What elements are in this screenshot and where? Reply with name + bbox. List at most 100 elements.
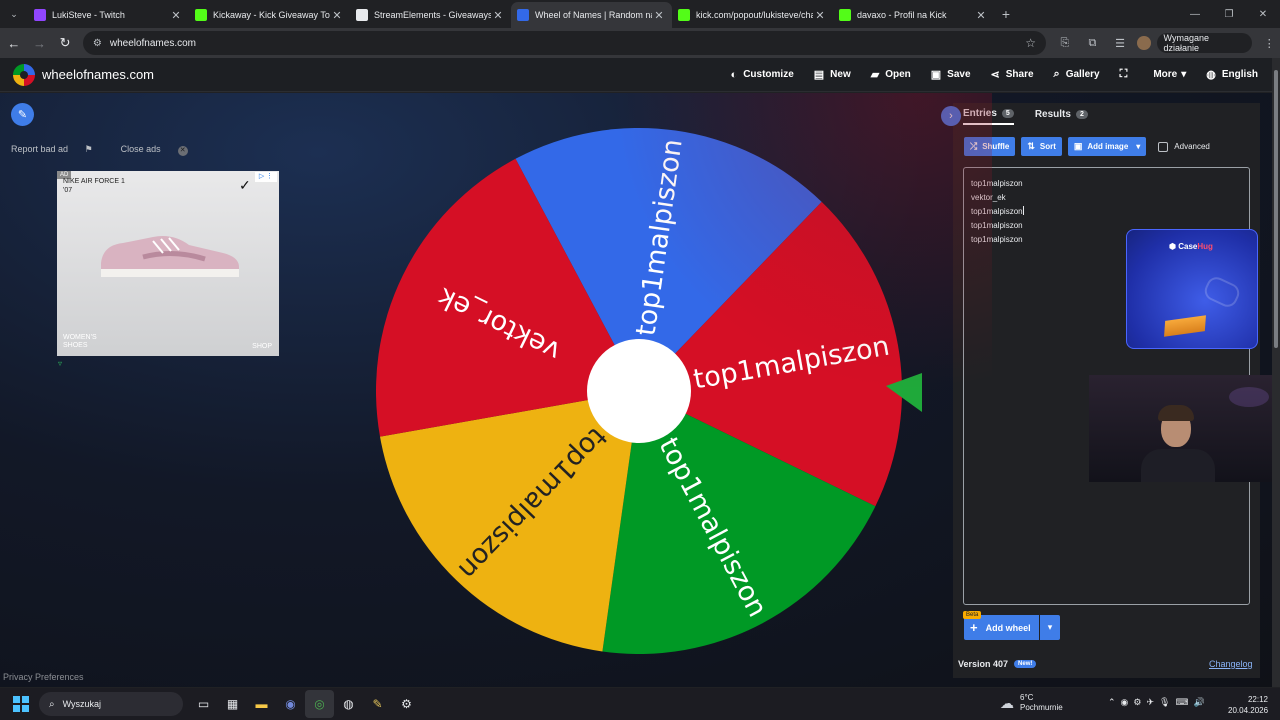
taskbar-clock[interactable]: 22:12 20.04.2026 xyxy=(1228,694,1268,716)
browser-tab[interactable]: StreamElements - Giveaways ✕ xyxy=(350,2,511,28)
menu-label: Gallery xyxy=(1065,69,1100,80)
folder-icon: ▰ xyxy=(870,69,880,81)
install-icon[interactable]: ⎘ xyxy=(1054,37,1076,50)
wheel-center-button[interactable] xyxy=(587,339,691,443)
browser-tab[interactable]: Kickaway - Kick Giveaway Tool ✕ xyxy=(189,2,350,28)
tab-entries[interactable]: Entries 5 xyxy=(963,103,1014,125)
name-wheel[interactable]: top1malpiszontop1malpiszontop1malpiszont… xyxy=(376,127,922,654)
collapse-panel-icon[interactable]: › xyxy=(941,106,961,126)
browser-tab[interactable]: kick.com/popout/lukisteve/chat ✕ xyxy=(672,2,833,28)
minimize-icon[interactable]: — xyxy=(1178,0,1212,28)
menu-item-fullscreen[interactable]: ⛶ xyxy=(1120,68,1134,81)
forward-icon[interactable]: → xyxy=(28,31,52,55)
entry-line[interactable]: vektor_ek xyxy=(971,191,1242,205)
ad-links: Report bad ad ⚑ Close ads ✕ xyxy=(11,144,216,156)
ad-title: NIKE AIR FORCE 1 '07 xyxy=(63,178,125,194)
entry-line[interactable]: top1malpiszon xyxy=(971,205,1242,219)
menu-item-customize[interactable]: ◐ Customize xyxy=(731,69,794,81)
tray-discord-icon[interactable]: ◉ xyxy=(1121,697,1129,708)
favicon-icon xyxy=(517,9,529,21)
taskbar-search[interactable]: ⌕ Wyszukaj xyxy=(39,692,183,716)
action-required-button[interactable]: Wymagane działanie xyxy=(1156,33,1253,53)
app-icon[interactable]: ▦ xyxy=(218,690,247,718)
sort-button[interactable]: ⇅ Sort xyxy=(1021,137,1062,156)
volume-icon[interactable]: 🔊 xyxy=(1193,697,1204,708)
discord-icon[interactable]: ◉ xyxy=(276,690,305,718)
ad-shop-link[interactable]: SHOP xyxy=(252,343,272,350)
steam-icon[interactable]: ⚙ xyxy=(392,690,421,718)
task-view-icon[interactable]: ▭ xyxy=(189,690,218,718)
obs-icon[interactable]: ◍ xyxy=(334,690,363,718)
back-icon[interactable]: ← xyxy=(2,31,26,55)
file-explorer-icon[interactable]: ▬ xyxy=(247,690,276,718)
extensions-icon[interactable]: ⧉ xyxy=(1082,37,1104,50)
browser-tab-strip: ⌄ LukiSteve - Twitch ✕ Kickaway - Kick Giv… xyxy=(0,0,1280,28)
page-scrollbar[interactable] xyxy=(1272,58,1280,687)
chrome-icon[interactable]: ◎ xyxy=(305,690,334,718)
windows-taskbar: ⌕ Wyszukaj ▭ ▦ ▬ ◉ ◎ ◍ ✎ ⚙ ☁ 6°C Pochmurni… xyxy=(0,688,1280,720)
pen-app-icon[interactable]: ✎ xyxy=(363,690,392,718)
weather-widget[interactable]: ☁ 6°C Pochmurnie xyxy=(1000,693,1063,713)
add-image-button[interactable]: ▣ Add image ▾ xyxy=(1067,137,1147,156)
edit-pencil-icon[interactable]: ✎ xyxy=(11,103,34,126)
changelog-link[interactable]: Changelog xyxy=(1209,659,1253,669)
scrollbar-thumb[interactable] xyxy=(1274,70,1278,348)
advanced-checkbox[interactable]: Advanced xyxy=(1158,141,1210,152)
tray-chevron-icon[interactable]: ⌃ xyxy=(1108,697,1116,708)
kebab-menu-icon[interactable]: ⋮ xyxy=(1258,37,1280,50)
reading-list-icon[interactable]: ☰ xyxy=(1109,37,1131,50)
site-header: wheelofnames.com ◐ Customize ▤ New ▰ Open ▣ Sav… xyxy=(0,58,1272,92)
site-logo-text[interactable]: wheelofnames.com xyxy=(42,67,154,82)
tray-app-icon[interactable]: ✈ xyxy=(1146,697,1154,708)
close-window-icon[interactable]: ✕ xyxy=(1246,0,1280,28)
close-tab-icon[interactable]: ✕ xyxy=(813,9,827,22)
tab-search-icon[interactable]: ⌄ xyxy=(0,0,28,28)
close-tab-icon[interactable]: ✕ xyxy=(974,9,988,22)
menu-item-share[interactable]: ⋖ Share xyxy=(991,68,1034,81)
wheel-logo-icon[interactable] xyxy=(13,63,35,86)
browser-tab[interactable]: LukiSteve - Twitch ✕ xyxy=(28,2,189,28)
profile-avatar[interactable] xyxy=(1136,36,1151,50)
tray-steam-icon[interactable]: ⚙ xyxy=(1133,697,1141,708)
windows-start-icon[interactable] xyxy=(13,696,29,712)
browser-tab[interactable]: Wheel of Names | Random nam ✕ xyxy=(511,2,672,28)
ad-banner[interactable]: AD NIKE AIR FORCE 1 '07 ✓ ▷ ⋮ WOMEN'S SHO… xyxy=(57,171,279,356)
checkbox-box[interactable] xyxy=(1158,141,1169,152)
menu-item-more[interactable]: More ▾ xyxy=(1153,69,1186,80)
tab-title: Kickaway - Kick Giveaway Tool xyxy=(213,10,330,20)
restore-icon[interactable]: ❐ xyxy=(1212,0,1246,28)
menu-label: More xyxy=(1153,69,1178,80)
entries-count: 5 xyxy=(1001,108,1014,118)
report-ad-link[interactable]: Report bad ad ⚑ xyxy=(11,144,107,156)
close-tab-icon[interactable]: ✕ xyxy=(330,9,344,22)
shuffle-button[interactable]: ⤮ Shuffle xyxy=(964,137,1016,156)
new-tab-button[interactable]: + xyxy=(994,6,1018,22)
menu-item-save[interactable]: ▣ Save xyxy=(931,68,971,81)
shuffle-icon: ⤮ xyxy=(970,141,978,151)
microphone-icon[interactable]: 🎙 xyxy=(1159,697,1170,708)
gold-bar-image xyxy=(1164,315,1206,337)
address-bar[interactable]: ⚙ wheelofnames.com ☆ xyxy=(82,31,1047,55)
adchoices-icon[interactable]: ▷ ⋮ xyxy=(255,172,277,182)
bookmark-star-icon[interactable]: ☆ xyxy=(1025,36,1036,50)
menu-item-new[interactable]: ▤ New xyxy=(814,68,851,81)
sort-icon: ⇅ xyxy=(1027,141,1035,151)
version-label: Version 407 New! xyxy=(958,659,1037,669)
favicon-icon xyxy=(356,9,368,21)
url-text[interactable]: wheelofnames.com xyxy=(110,38,1025,49)
reload-icon[interactable]: ↻ xyxy=(53,31,77,55)
browser-tab[interactable]: davaxo - Profil na Kick ✕ xyxy=(833,2,994,28)
privacy-preferences-link[interactable]: Privacy Preferences xyxy=(3,672,84,682)
close-tab-icon[interactable]: ✕ xyxy=(169,9,183,22)
menu-item-english[interactable]: ◍ English xyxy=(1206,68,1258,81)
menu-item-open[interactable]: ▰ Open xyxy=(871,68,911,81)
close-tab-icon[interactable]: ✕ xyxy=(652,9,666,22)
site-info-icon[interactable]: ⚙ xyxy=(93,38,102,49)
tab-results[interactable]: Results 2 xyxy=(1035,103,1088,125)
menu-item-gallery[interactable]: ⌕ Gallery xyxy=(1054,68,1100,81)
network-icon[interactable]: ⌨ xyxy=(1175,697,1188,708)
entry-line[interactable]: top1malpiszon xyxy=(971,177,1242,191)
close-tab-icon[interactable]: ✕ xyxy=(491,9,505,22)
add-wheel-dropdown[interactable]: ▾ xyxy=(1040,615,1060,640)
close-ads-link[interactable]: Close ads ✕ xyxy=(121,144,202,156)
